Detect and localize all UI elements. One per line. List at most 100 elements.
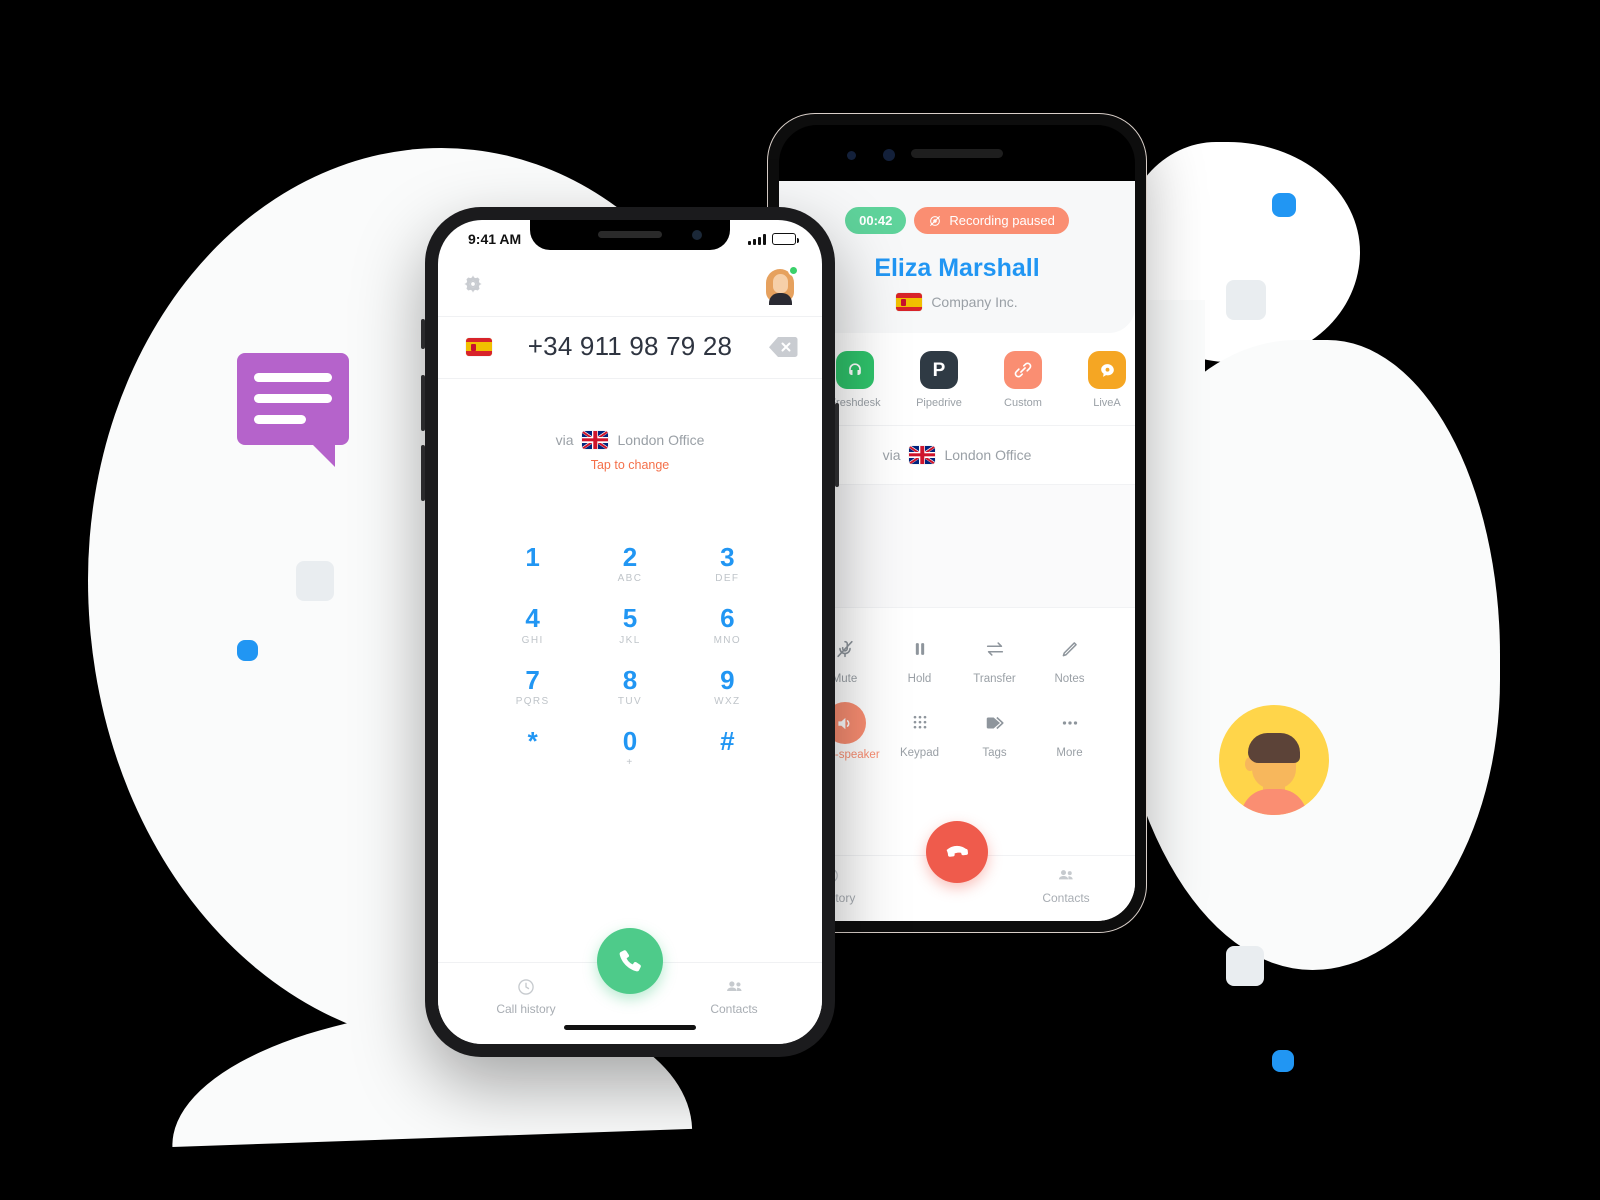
recording-status-label: Recording paused — [949, 213, 1055, 228]
dialpad-key[interactable]: 1 — [484, 542, 581, 585]
recording-status-badge[interactable]: Recording paused — [914, 207, 1069, 234]
dialpad-key[interactable]: * — [484, 725, 581, 769]
key-letters: TUV — [617, 695, 643, 707]
key-letters — [484, 573, 581, 585]
dialpad-key[interactable]: 4 GHI — [484, 604, 581, 646]
via-office-label: London Office — [944, 447, 1032, 463]
dialpad-key[interactable]: # — [679, 725, 776, 769]
key-letters: ABC — [617, 573, 643, 585]
dialpad-key[interactable]: 2 ABC — [581, 543, 678, 585]
status-bar-time: 9:41 AM — [468, 231, 522, 247]
decor-square-grey-bottom — [1226, 946, 1264, 986]
integration-item[interactable]: Custom — [991, 351, 1055, 409]
united-kingdom-flag-icon — [582, 431, 609, 449]
person-avatar-decoration — [1219, 705, 1329, 815]
key-letters — [679, 757, 776, 769]
control-label: Notes — [1054, 673, 1085, 685]
tap-to-change-link[interactable]: Tap to change — [438, 458, 822, 472]
pencil-icon — [1032, 634, 1107, 664]
via-line: via London Office — [438, 431, 822, 449]
transfer-button[interactable]: Transfer — [957, 634, 1032, 686]
pause-icon — [882, 634, 957, 664]
ellipsis-icon — [1032, 708, 1107, 738]
key-digit: 8 — [622, 664, 638, 695]
spain-flag-icon — [896, 293, 923, 311]
integration-item[interactable]: P Pipedrive — [907, 351, 971, 409]
via-office-label: London Office — [617, 432, 705, 448]
contacts-icon — [688, 977, 780, 997]
hangup-icon — [946, 845, 968, 857]
key-digit: # — [720, 725, 735, 756]
dialpad-key[interactable]: 5 JKL — [581, 603, 678, 646]
control-label: Keypad — [899, 747, 939, 760]
integration-label: Pipedrive — [916, 397, 962, 409]
integration-label: Custom — [1004, 397, 1042, 409]
united-kingdom-flag-icon — [909, 446, 936, 464]
call-timer-badge: 00:42 — [845, 207, 907, 234]
key-digit: 5 — [622, 603, 638, 634]
dialer-phone: 9:41 AM +34 911 98 79 28 via London Offi… — [421, 207, 839, 1057]
control-label: Hold — [907, 673, 932, 685]
via-prefix-label: via — [882, 447, 901, 463]
link-icon — [1004, 351, 1042, 389]
dialpad-key[interactable]: 7 PQRS — [484, 664, 581, 708]
backspace-icon[interactable] — [768, 336, 798, 358]
dialed-number[interactable]: +34 911 98 79 28 — [506, 331, 754, 362]
control-label: Transfer — [973, 673, 1016, 685]
decor-square-blue-bottom — [1272, 1050, 1294, 1072]
key-digit: 1 — [525, 542, 540, 572]
contacts-icon — [1023, 866, 1109, 886]
pipedrive-icon: P — [920, 351, 958, 389]
more-button[interactable]: More — [1032, 708, 1107, 762]
tab-label: Call history — [496, 1002, 556, 1016]
key-digit: 9 — [720, 664, 735, 695]
contacts-tab[interactable]: Contacts — [1023, 866, 1109, 905]
decor-square-grey-left — [296, 561, 334, 601]
integration-item[interactable]: LiveA — [1075, 351, 1135, 409]
status-bar: 9:41 AM — [438, 220, 822, 254]
tab-label: Contacts — [710, 1002, 758, 1016]
key-letters: + — [626, 757, 634, 769]
control-label: Tags — [982, 747, 1007, 760]
call-button[interactable] — [597, 928, 663, 994]
recording-off-icon — [930, 215, 941, 226]
background-blob-right — [1110, 340, 1500, 970]
hold-button[interactable]: Hold — [882, 634, 957, 686]
home-indicator — [564, 1025, 696, 1030]
gear-icon[interactable] — [462, 273, 484, 295]
key-letters: MNO — [713, 634, 742, 646]
dialpad-key[interactable]: 0 + — [581, 725, 678, 769]
key-letters: PQRS — [515, 695, 550, 707]
dialpad-key[interactable]: 6 MNO — [679, 603, 776, 646]
keypad-button[interactable]: Keypad — [882, 708, 957, 762]
avatar[interactable] — [762, 265, 799, 305]
key-digit: 0 — [622, 725, 638, 756]
integration-label: LiveA — [1093, 397, 1121, 409]
clock-icon — [480, 977, 572, 997]
call-history-tab[interactable]: Call history — [480, 977, 572, 1016]
liveagent-icon — [1088, 351, 1126, 389]
notes-button[interactable]: Notes — [1032, 634, 1107, 686]
signal-icon — [748, 233, 766, 245]
via-block[interactable]: via London Office Tap to change — [438, 379, 822, 472]
dialpad: 1 2 ABC 3 DEF 4 GHI 5 JKL 6 MNO 7 PQRS 8 TUV 9W… — [438, 542, 822, 769]
key-letters: WXZ — [714, 695, 741, 707]
key-digit: * — [527, 725, 538, 756]
contacts-tab[interactable]: Contacts — [688, 977, 780, 1016]
dialpad-key[interactable]: 3 DEF — [679, 543, 776, 585]
decor-square-grey-top-right — [1226, 280, 1266, 320]
dialpad-key[interactable]: 8 TUV — [581, 664, 678, 708]
status-badge — [788, 265, 799, 276]
key-digit: 6 — [720, 603, 735, 634]
hangup-button[interactable] — [926, 821, 988, 883]
tag-icon — [957, 708, 1032, 738]
control-label: More — [1056, 747, 1083, 760]
tab-label: Contacts — [1042, 891, 1090, 905]
decor-square-blue-left — [237, 640, 258, 661]
key-digit: 7 — [525, 664, 540, 695]
key-letters: DEF — [715, 573, 740, 585]
dialpad-key[interactable]: 9 WXZ — [679, 664, 776, 708]
tags-button[interactable]: Tags — [957, 708, 1032, 762]
transfer-icon — [957, 634, 1032, 664]
dialed-number-row: +34 911 98 79 28 — [438, 316, 822, 379]
